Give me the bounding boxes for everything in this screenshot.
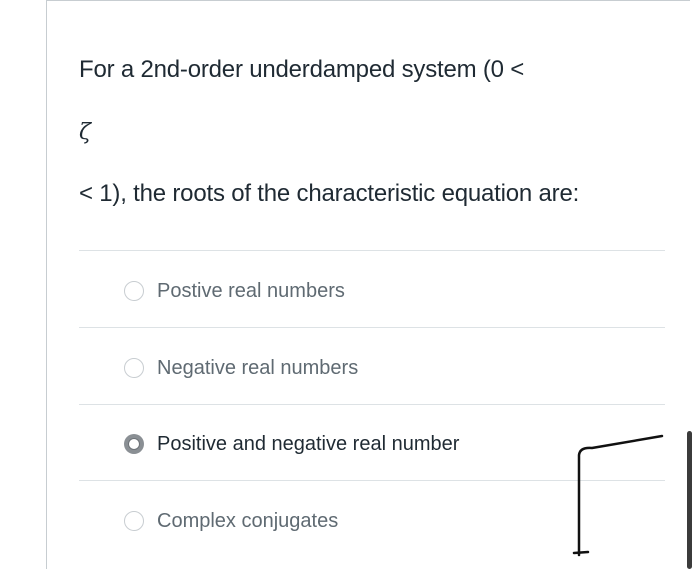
question-text-line-3: < 1), the roots of the characteristic eq…: [79, 180, 580, 207]
divider: [79, 404, 665, 405]
answer-option-3[interactable]: Positive and negative real number: [124, 429, 459, 459]
answer-label: Positive and negative real number: [157, 432, 460, 455]
question-text-zeta: ζ: [79, 120, 91, 145]
answer-option-2[interactable]: Negative real numbers: [124, 353, 358, 383]
answer-label: Negative real numbers: [157, 356, 359, 379]
answer-label: Postive real numbers: [157, 279, 345, 302]
answer-label: Complex conjugates: [157, 509, 339, 532]
answer-option-4[interactable]: Complex conjugates: [124, 506, 338, 536]
divider: [79, 327, 665, 328]
handwritten-mark: [572, 434, 664, 557]
scrollbar[interactable]: [687, 431, 692, 569]
answer-option-1[interactable]: Postive real numbers: [124, 276, 345, 306]
divider: [79, 250, 665, 251]
radio-button[interactable]: [124, 511, 144, 531]
radio-button[interactable]: [124, 281, 144, 301]
radio-button-checked[interactable]: [124, 434, 144, 454]
question-text-line-1: For a 2nd-order underdamped system (0 <: [79, 56, 525, 83]
radio-button[interactable]: [124, 358, 144, 378]
